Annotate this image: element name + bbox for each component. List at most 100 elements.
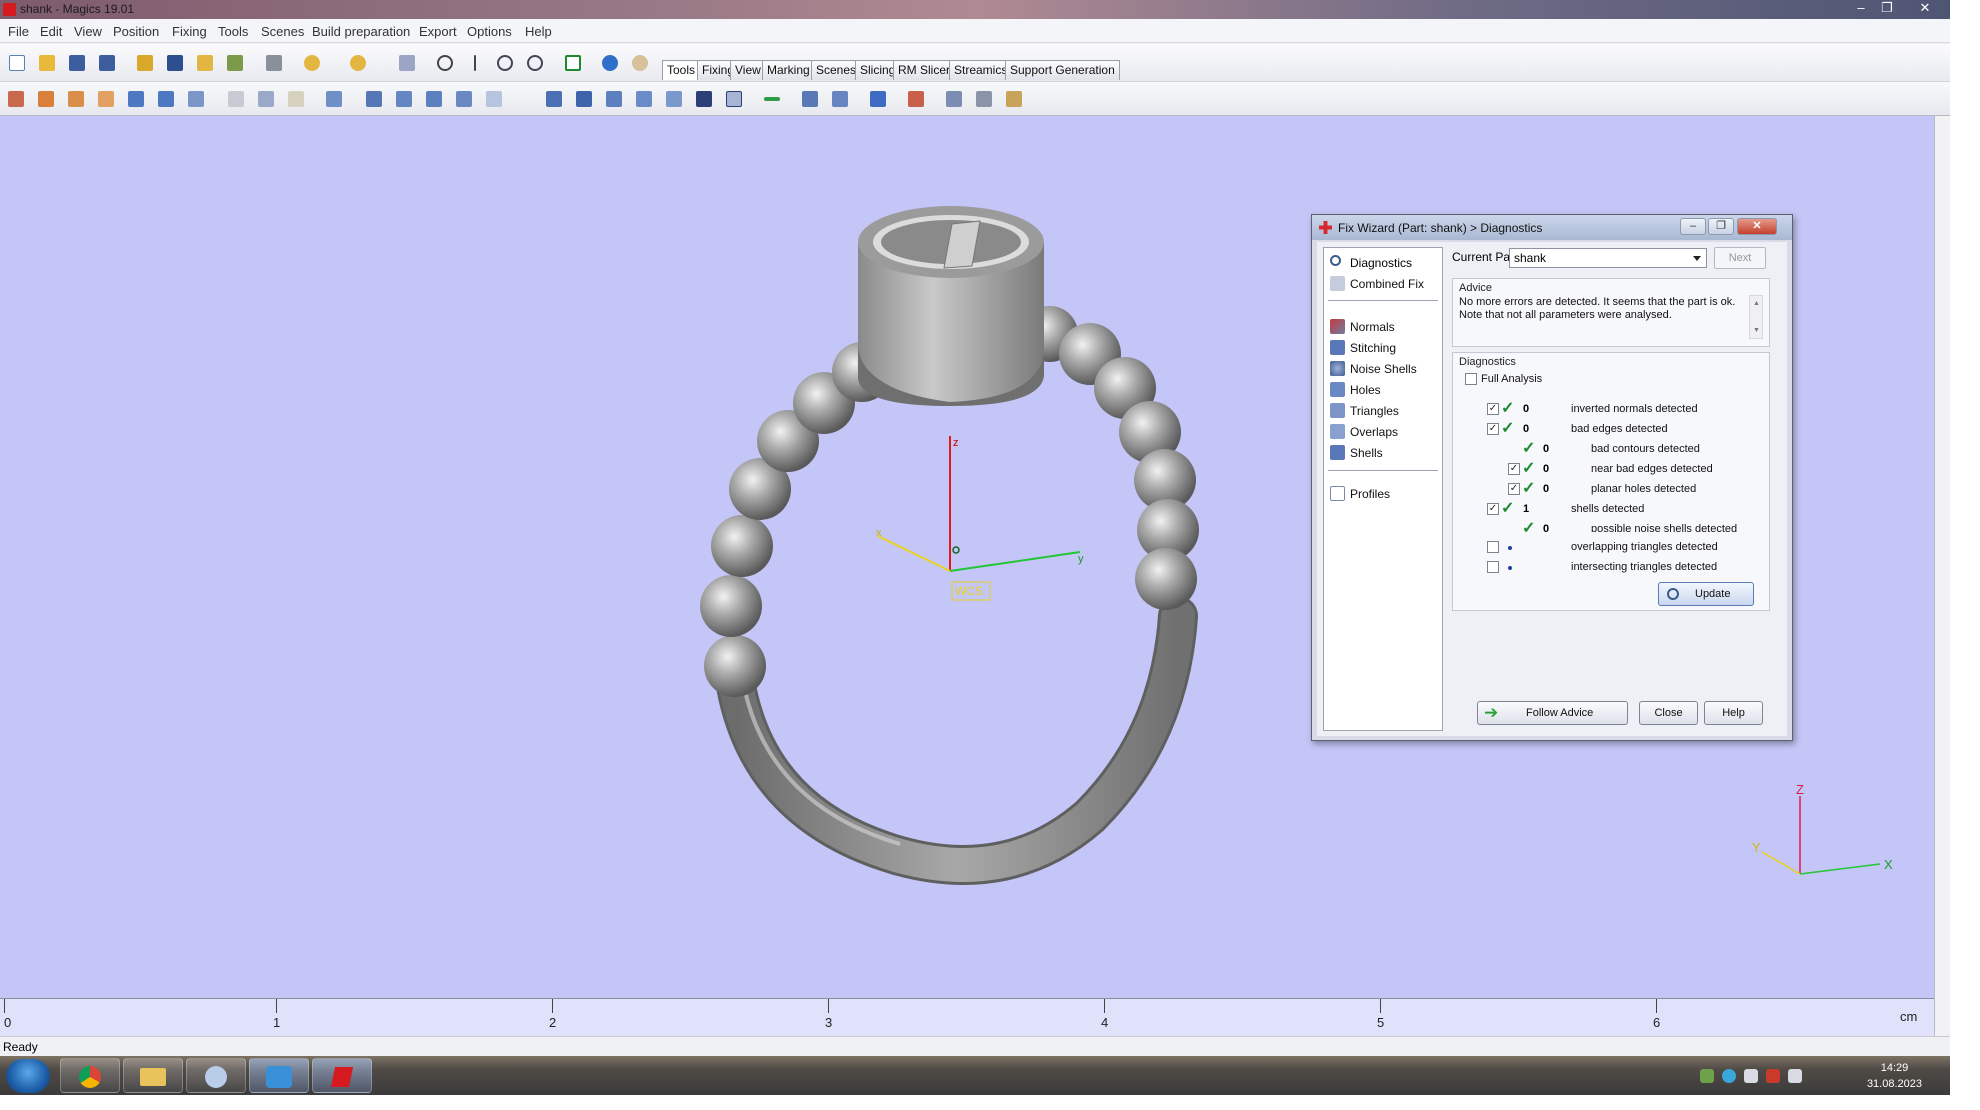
explorer-taskbar-icon[interactable] <box>123 1058 183 1093</box>
tab-rm-slicer[interactable]: RM Slicer <box>893 60 956 80</box>
dialog-minimize-button[interactable]: – <box>1680 218 1706 235</box>
current-part-select[interactable]: shank <box>1509 248 1707 268</box>
paste-icon[interactable] <box>284 87 308 111</box>
language-tray-icon[interactable] <box>1744 1069 1758 1083</box>
menu-help[interactable]: Help <box>525 24 552 39</box>
menu-options[interactable]: Options <box>467 24 512 39</box>
check-near-bad-edges[interactable]: ✓ <box>1508 463 1520 475</box>
measure-icon[interactable] <box>322 87 346 111</box>
translate-icon[interactable] <box>4 87 28 111</box>
dialog-close-button[interactable]: ✕ <box>1737 218 1777 235</box>
ruler-tick <box>276 999 277 1013</box>
ruler-tick <box>4 999 5 1013</box>
network-tray-icon[interactable] <box>1700 1069 1714 1083</box>
dialog-maximize-button[interactable]: ❐ <box>1708 218 1734 235</box>
vray-taskbar-icon[interactable] <box>249 1058 309 1093</box>
check-planar-holes[interactable]: ✓ <box>1508 483 1520 495</box>
start-button[interactable] <box>6 1059 50 1093</box>
dialog-title-bar[interactable]: Fix Wizard (Part: shank) > Diagnostics –… <box>1312 215 1792 240</box>
box-icon[interactable] <box>692 87 716 111</box>
shrink-wrap-icon[interactable] <box>662 87 686 111</box>
section-icon[interactable] <box>798 87 822 111</box>
duplicate-icon[interactable] <box>184 87 208 111</box>
window-title: shank - Magics 19.01 <box>20 2 135 16</box>
boolean-icon[interactable] <box>542 87 566 111</box>
dialog-body: Diagnostics Combined Fix Normals Stitchi… <box>1317 242 1787 736</box>
nav-label: Normals <box>1350 320 1395 334</box>
close-window-button[interactable]: ✕ <box>1912 0 1938 18</box>
extrude-icon[interactable] <box>572 87 596 111</box>
build-platform-icon[interactable] <box>1002 87 1026 111</box>
menu-export[interactable]: Export <box>419 24 457 39</box>
viewport-side-bar[interactable] <box>1934 116 1950 1036</box>
rescale-icon[interactable] <box>124 87 148 111</box>
mirror-icon[interactable] <box>154 87 178 111</box>
cut-icon[interactable] <box>224 87 248 111</box>
overlaps-icon <box>1330 424 1345 439</box>
copy-icon[interactable] <box>254 87 278 111</box>
next-button[interactable]: Next <box>1714 247 1766 269</box>
diagnostics-group-lower: overlapping triangles detected intersect… <box>1452 532 1770 611</box>
menu-edit[interactable]: Edit <box>40 24 62 39</box>
check-overlapping-triangles[interactable] <box>1487 541 1499 553</box>
split-icon[interactable] <box>828 87 852 111</box>
normals-icon <box>1330 319 1345 334</box>
nest-icon[interactable] <box>904 87 928 111</box>
check-inverted-normals[interactable]: ✓ <box>1487 403 1499 415</box>
check-bad-edges[interactable]: ✓ <box>1487 423 1499 435</box>
check-shells[interactable]: ✓ <box>1487 503 1499 515</box>
count-planar-holes: 0 <box>1543 483 1550 495</box>
update-button[interactable]: Update <box>1658 582 1754 606</box>
close-button[interactable]: Close <box>1639 701 1698 725</box>
hollow-icon[interactable] <box>392 87 416 111</box>
arrow-right-icon: ➔ <box>1484 703 1499 722</box>
label-icon[interactable] <box>866 87 890 111</box>
triangle-reduction-icon[interactable] <box>482 87 506 111</box>
help-button[interactable]: Help <box>1704 701 1763 725</box>
label-bad-edges: bad edges detected <box>1571 423 1668 435</box>
minimize-button[interactable]: – <box>1848 0 1874 18</box>
menu-file[interactable]: File <box>8 24 29 39</box>
chrome-taskbar-icon[interactable] <box>60 1058 120 1093</box>
cut-punch-icon[interactable] <box>452 87 476 111</box>
full-analysis-checkbox[interactable] <box>1465 373 1477 385</box>
tab-view[interactable]: View <box>730 60 766 80</box>
volume-tray-icon[interactable] <box>1788 1069 1802 1083</box>
menu-tools[interactable]: Tools <box>218 24 248 39</box>
nav-label: Holes <box>1350 383 1381 397</box>
menu-fixing[interactable]: Fixing <box>172 24 207 39</box>
align-icon[interactable] <box>760 87 784 111</box>
tab-streamics[interactable]: Streamics <box>949 60 1013 80</box>
smooth-icon[interactable] <box>632 87 656 111</box>
menu-view[interactable]: View <box>74 24 102 39</box>
tab-tools[interactable]: Tools <box>662 60 701 80</box>
shell-select-icon[interactable] <box>362 87 386 111</box>
wall-thickness-icon[interactable] <box>602 87 626 111</box>
restore-button[interactable]: ❐ <box>1874 0 1900 18</box>
magics-taskbar-icon[interactable] <box>312 1058 372 1093</box>
rotate-icon[interactable] <box>64 87 88 111</box>
main-toolbar: Tools Fixing View Marking Scenes Slicing… <box>0 44 1950 82</box>
paint-taskbar-icon[interactable] <box>186 1058 246 1093</box>
menu-position[interactable]: Position <box>113 24 159 39</box>
tab-scenes[interactable]: Scenes <box>811 60 862 80</box>
clock-date: 31.08.2023 <box>1866 1078 1922 1090</box>
translate-to-default-icon[interactable] <box>34 87 58 111</box>
advice-title: Advice <box>1459 282 1493 294</box>
support-icon[interactable] <box>942 87 966 111</box>
rotate-default-icon[interactable] <box>94 87 118 111</box>
tab-support-generation[interactable]: Support Generation <box>1005 60 1120 80</box>
flag-tray-icon[interactable] <box>1766 1069 1780 1083</box>
frame-icon[interactable] <box>722 87 746 111</box>
check-intersecting-triangles[interactable] <box>1487 561 1499 573</box>
skype-tray-icon[interactable] <box>1722 1069 1736 1083</box>
menu-scenes[interactable]: Scenes <box>261 24 304 39</box>
system-clock[interactable]: 14:29 31.08.2023 <box>1867 1060 1922 1092</box>
advice-scrollbar[interactable]: ▲ ▼ <box>1749 295 1763 339</box>
offset-icon[interactable] <box>422 87 446 111</box>
tab-marking[interactable]: Marking <box>762 60 815 80</box>
follow-advice-button[interactable]: ➔ Follow Advice <box>1477 701 1628 725</box>
slice-icon[interactable] <box>972 87 996 111</box>
label-shells: shells detected <box>1571 503 1645 515</box>
menu-build-preparation[interactable]: Build preparation <box>312 24 410 39</box>
